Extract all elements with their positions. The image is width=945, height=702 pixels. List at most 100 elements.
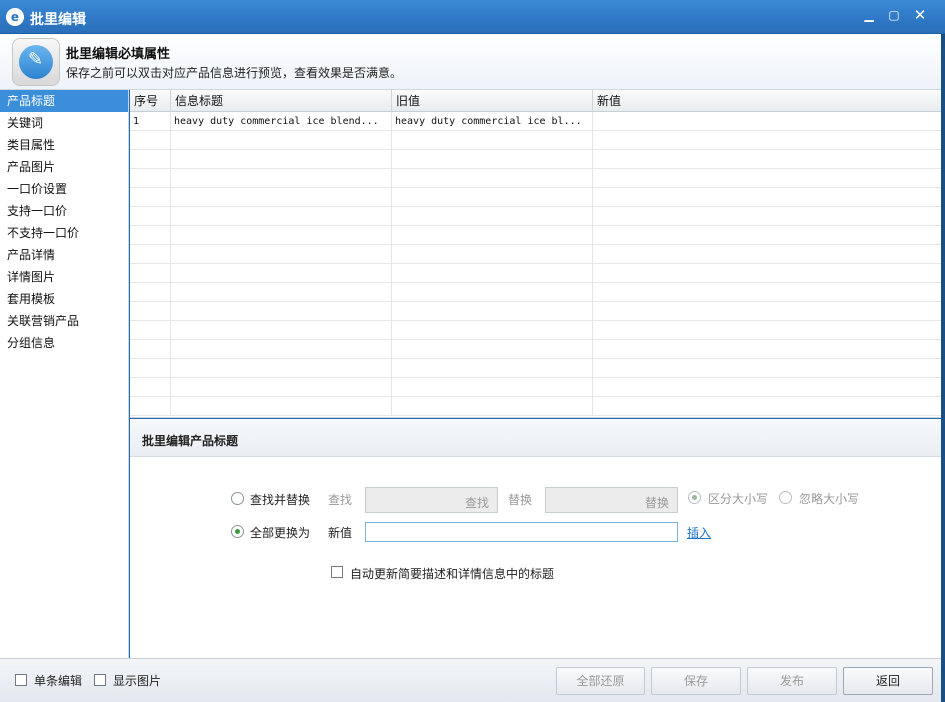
maximize-icon[interactable]: ▢	[883, 6, 905, 24]
table-row[interactable]	[130, 321, 945, 340]
table-cell	[392, 397, 593, 416]
table-cell	[130, 150, 171, 169]
table-cell	[392, 131, 593, 150]
find-placeholder: 查找	[464, 496, 489, 510]
table-cell	[171, 378, 392, 397]
attribute-sidebar: 产品标题 关键词 类目属性 产品图片 一口价设置 支持一口价 不支持一口价 产品…	[0, 90, 129, 658]
table-cell	[392, 207, 593, 226]
save-button[interactable]: 保存	[651, 667, 741, 695]
table-cell: 1	[130, 112, 171, 131]
sidebar-item-related-marketing[interactable]: 关联营销产品	[0, 310, 128, 332]
table-row[interactable]	[130, 283, 945, 302]
find-replace-label: 查找并替换	[250, 493, 311, 507]
table-row[interactable]	[130, 397, 945, 416]
table-row[interactable]	[130, 131, 945, 150]
column-header-old-value[interactable]: 旧值	[392, 90, 593, 112]
find-replace-radio[interactable]	[231, 492, 244, 505]
sidebar-item-apply-template[interactable]: 套用模板	[0, 288, 128, 310]
auto-update-checkbox[interactable]	[331, 566, 343, 578]
replace-label: 替换	[508, 493, 533, 507]
new-value-input[interactable]	[365, 522, 678, 542]
table-row[interactable]	[130, 169, 945, 188]
edit-pen-icon	[12, 38, 60, 86]
sidebar-item-fixed-price-settings[interactable]: 一口价设置	[0, 178, 128, 200]
table-cell	[593, 226, 945, 245]
table-cell	[130, 397, 171, 416]
find-input[interactable]: 查找	[365, 487, 498, 513]
table-cell	[593, 340, 945, 359]
column-header-index[interactable]: 序号	[130, 90, 171, 112]
table-row[interactable]	[130, 226, 945, 245]
table-row[interactable]: 1 heavy duty commercial ice blend... heavy…	[130, 112, 945, 131]
column-header-title[interactable]: 信息标题	[171, 90, 392, 112]
sidebar-item-no-fixed-price[interactable]: 不支持一口价	[0, 222, 128, 244]
replace-input[interactable]: 替换	[545, 487, 678, 513]
restore-all-button[interactable]: 全部还原	[556, 667, 645, 695]
table-cell	[171, 321, 392, 340]
table-cell	[130, 340, 171, 359]
replace-all-radio[interactable]	[231, 525, 244, 538]
app-logo-icon: e	[6, 8, 24, 26]
table-row[interactable]	[130, 302, 945, 321]
table-cell	[593, 112, 945, 131]
replace-placeholder: 替换	[644, 496, 669, 510]
table-cell	[593, 397, 945, 416]
sidebar-item-category-attributes[interactable]: 类目属性	[0, 134, 128, 156]
table-cell	[130, 131, 171, 150]
product-table: 序号 信息标题 旧值 新值 1 heavy duty commercial ice…	[130, 90, 945, 418]
back-button[interactable]: 返回	[843, 667, 933, 695]
table-cell	[392, 359, 593, 378]
publish-button[interactable]: 发布	[747, 667, 837, 695]
sidebar-item-keywords[interactable]: 关键词	[0, 112, 128, 134]
table-row[interactable]	[130, 264, 945, 283]
column-header-new-value[interactable]: 新值	[593, 90, 945, 112]
table-cell	[392, 340, 593, 359]
table-row[interactable]	[130, 359, 945, 378]
sidebar-item-product-images[interactable]: 产品图片	[0, 156, 128, 178]
table-cell	[171, 150, 392, 169]
table-row[interactable]	[130, 245, 945, 264]
replace-all-label: 全部更换为	[250, 526, 311, 540]
table-cell	[130, 226, 171, 245]
single-edit-checkbox[interactable]	[15, 674, 27, 686]
sidebar-item-group-info[interactable]: 分组信息	[0, 332, 128, 354]
table-row[interactable]	[130, 340, 945, 359]
ignore-case-label: 忽略大小写	[799, 492, 860, 506]
table-cell	[171, 264, 392, 283]
table-cell	[593, 264, 945, 283]
table-cell: heavy duty commercial ice blend...	[171, 112, 392, 131]
sidebar-item-product-details[interactable]: 产品详情	[0, 244, 128, 266]
table-cell	[130, 245, 171, 264]
sidebar-item-detail-images[interactable]: 详情图片	[0, 266, 128, 288]
table-row[interactable]	[130, 207, 945, 226]
show-images-checkbox[interactable]	[94, 674, 106, 686]
table-cell	[171, 169, 392, 188]
table-cell	[130, 188, 171, 207]
table-row[interactable]	[130, 188, 945, 207]
table-cell	[171, 283, 392, 302]
table-row[interactable]	[130, 150, 945, 169]
table-row[interactable]	[130, 378, 945, 397]
insert-link[interactable]: 插入	[687, 524, 711, 541]
table-cell	[392, 264, 593, 283]
ignore-case-radio[interactable]	[779, 491, 792, 504]
dialog-header: 批里编辑必填属性 保存之前可以双击对应产品信息进行预览，查看效果是否满意。	[0, 34, 945, 90]
close-icon[interactable]: ✕	[909, 6, 931, 24]
table-cell	[593, 378, 945, 397]
minimize-icon[interactable]: ▁	[858, 6, 880, 24]
table-header: 序号 信息标题 旧值 新值	[130, 90, 945, 112]
dialog-footer: 单条编辑 显示图片 全部还原 保存 发布 返回	[0, 658, 945, 702]
table-cell	[130, 302, 171, 321]
table-cell	[593, 283, 945, 302]
table-cell	[593, 207, 945, 226]
sidebar-item-supports-fixed-price[interactable]: 支持一口价	[0, 200, 128, 222]
new-value-label: 新值	[328, 526, 353, 540]
case-sensitive-radio[interactable]	[688, 491, 701, 504]
window-title: 批里编辑	[30, 12, 86, 28]
table-cell	[171, 188, 392, 207]
case-sensitive-label: 区分大小写	[708, 492, 769, 506]
sidebar-item-product-title[interactable]: 产品标题	[0, 90, 128, 112]
table-cell	[593, 302, 945, 321]
table-cell	[392, 226, 593, 245]
table-cell	[593, 245, 945, 264]
